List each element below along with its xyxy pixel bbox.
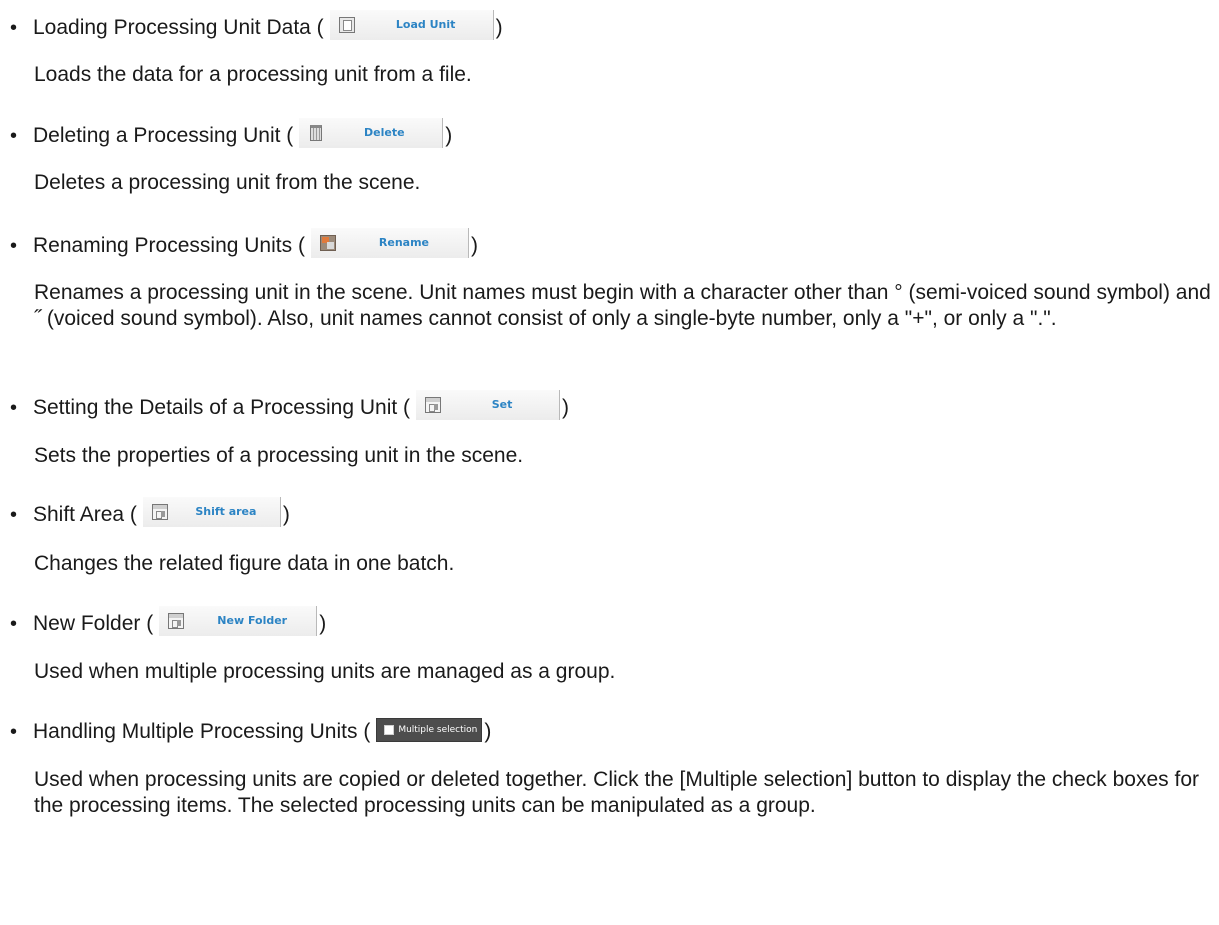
shift-area-icon: [151, 504, 168, 520]
button-label: Load Unit: [395, 18, 456, 31]
item-heading: • Setting the Details of a Processing Un…: [10, 390, 570, 423]
document-page: • Loading Processing Unit Data ( Load Un…: [0, 0, 1219, 925]
bullet: •: [10, 17, 18, 39]
bullet: •: [10, 235, 18, 257]
set-button[interactable]: Set: [416, 390, 561, 420]
item-description: Sets the properties of a processing unit…: [34, 444, 524, 467]
bullet: •: [10, 125, 18, 147]
close-paren: ): [445, 124, 453, 147]
item-heading: • Handling Multiple Processing Units ( M…: [10, 717, 491, 747]
heading-text: Shift Area (: [33, 503, 137, 526]
new-folder-button[interactable]: New Folder: [159, 606, 318, 636]
close-paren: ): [484, 720, 492, 743]
heading-text: New Folder (: [33, 612, 154, 635]
bullet: •: [10, 504, 18, 526]
trash-icon: [310, 125, 323, 141]
heading-text: Renaming Processing Units (: [33, 234, 305, 257]
bullet: •: [10, 397, 18, 419]
new-folder-icon: [168, 613, 185, 629]
item-description: Renames a processing unit in the scene. …: [34, 281, 1211, 330]
heading-text: Setting the Details of a Processing Unit…: [33, 396, 411, 419]
button-label: Shift area: [195, 505, 257, 518]
shift-area-button[interactable]: Shift area: [142, 497, 281, 527]
heading-text: Handling Multiple Processing Units (: [33, 720, 371, 743]
delete-button[interactable]: Delete: [299, 118, 444, 148]
item-heading: • Shift Area ( Shift area ): [10, 497, 290, 530]
item-description: Changes the related figure data in one b…: [34, 552, 455, 575]
item-heading: • Loading Processing Unit Data ( Load Un…: [10, 10, 503, 43]
item-heading: • New Folder ( New Folder ): [10, 606, 327, 639]
close-paren: ): [470, 234, 478, 257]
heading-text: Loading Processing Unit Data (: [33, 16, 324, 39]
button-label: New Folder: [217, 614, 288, 627]
button-label: Multiple selection: [398, 725, 478, 735]
load-unit-button[interactable]: Load Unit: [329, 10, 494, 40]
button-label: Delete: [364, 126, 405, 139]
item-heading: • Renaming Processing Units ( Rename ): [10, 228, 478, 261]
bullet: •: [10, 613, 18, 635]
close-paren: ): [562, 396, 570, 419]
rename-icon: [319, 235, 336, 251]
item-description: Loads the data for a processing unit fro…: [34, 63, 472, 86]
checkbox-icon: [384, 725, 395, 735]
close-paren: ): [282, 503, 290, 526]
item-description: Used when multiple processing units are …: [34, 660, 616, 683]
load-unit-icon: [338, 17, 355, 33]
button-label: Rename: [378, 236, 429, 249]
item-description: Used when processing units are copied or…: [34, 768, 1199, 817]
heading-text: Deleting a Processing Unit (: [33, 124, 294, 147]
close-paren: ): [495, 16, 503, 39]
rename-button[interactable]: Rename: [310, 228, 469, 258]
settings-icon: [425, 397, 442, 413]
button-label: Set: [491, 398, 513, 411]
multiple-selection-button[interactable]: Multiple selection: [376, 718, 483, 742]
item-heading: • Deleting a Processing Unit ( Delete ): [10, 118, 453, 151]
item-description: Deletes a processing unit from the scene…: [34, 171, 421, 194]
close-paren: ): [319, 612, 327, 635]
bullet: •: [10, 721, 18, 743]
